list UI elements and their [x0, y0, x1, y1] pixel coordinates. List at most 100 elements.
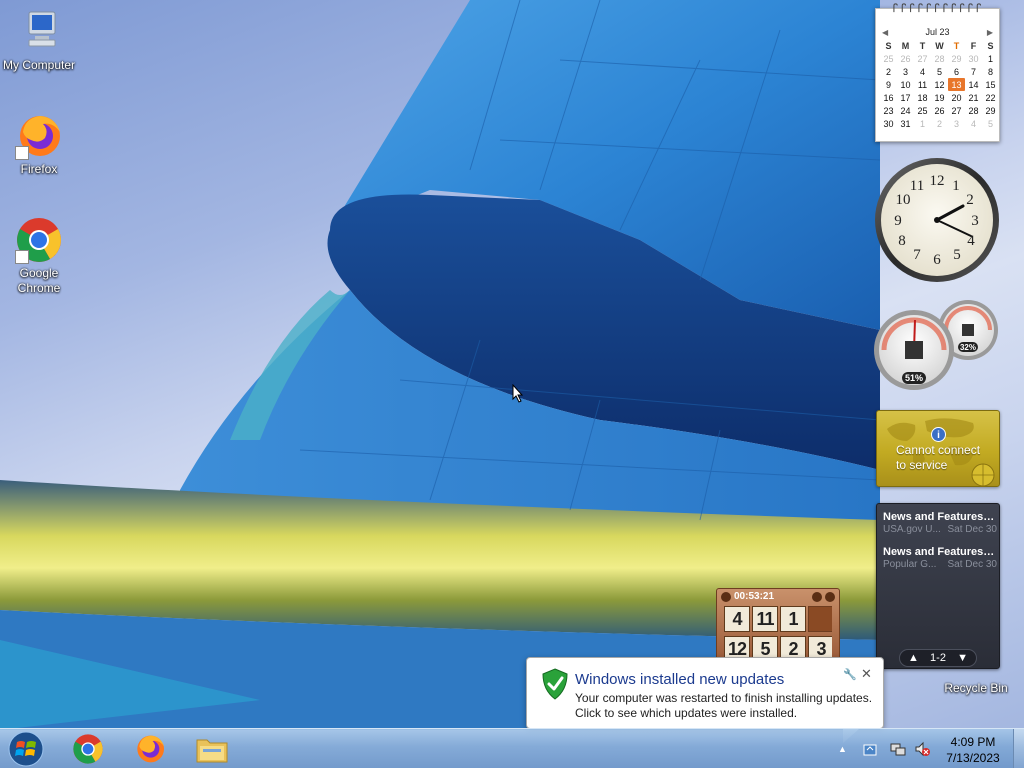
notification-body: Your computer was restarted to finish in…	[575, 691, 873, 720]
calendar-day[interactable]: 27	[914, 52, 931, 65]
memory-percent: 32%	[960, 343, 976, 352]
calendar-day[interactable]: 3	[897, 65, 914, 78]
calendar-day[interactable]: 25	[914, 104, 931, 117]
calendar-day[interactable]: 12	[931, 78, 948, 91]
taskbar-explorer-button[interactable]	[184, 731, 240, 767]
weekday-header: M	[901, 40, 910, 51]
calendar-day[interactable]: 26	[897, 52, 914, 65]
calendar-day[interactable]: 3	[948, 117, 965, 130]
start-button[interactable]	[6, 731, 46, 767]
desktop-icon-label: Firefox	[20, 162, 58, 176]
calendar-day[interactable]: 31	[897, 117, 914, 130]
calendar-day[interactable]: 7	[965, 65, 982, 78]
windows-update-tray-icon[interactable]	[862, 741, 878, 757]
calendar-day[interactable]: 24	[897, 104, 914, 117]
calendar-day[interactable]: 23	[880, 104, 897, 117]
calendar-day[interactable]: 2	[931, 117, 948, 130]
firefox-icon	[15, 112, 63, 160]
calendar-day[interactable]: 30	[965, 52, 982, 65]
calendar-day[interactable]: 5	[931, 65, 948, 78]
chrome-icon	[73, 734, 103, 764]
puzzle-grid: 4 11 1 12 5 2 3	[724, 606, 832, 664]
feed-item[interactable]: News and Features f... Popular G... Sat …	[883, 546, 997, 570]
calendar-day[interactable]: 21	[965, 91, 982, 104]
calendar-day[interactable]: 22	[982, 91, 999, 104]
clock-gadget[interactable]: 12 1 2 3 4 5 6 7 8 9 10 11	[874, 157, 1000, 283]
calendar-day[interactable]: 8	[982, 65, 999, 78]
calendar-day[interactable]: 1	[982, 52, 999, 65]
clock-time: 4:09 PM	[950, 735, 996, 749]
calendar-day[interactable]: 4	[965, 117, 982, 130]
feed-source: Popular G...	[883, 559, 937, 570]
currency-gadget[interactable]: i Cannot connect to service	[876, 410, 1000, 487]
chrome-icon	[15, 216, 63, 264]
calendar-day[interactable]: 30	[880, 117, 897, 130]
clock-numeral: 2	[966, 192, 974, 208]
calendar-day[interactable]: 11	[914, 78, 931, 91]
desktop-icon-recycle-bin[interactable]: Recycle Bin	[936, 635, 1016, 695]
calendar-day[interactable]: 4	[914, 65, 931, 78]
clock-date: 7/13/2023	[946, 751, 1000, 765]
slide-puzzle-gadget[interactable]: 00:53:21 4 11 1 12 5 2 3	[716, 588, 840, 662]
calendar-day[interactable]: 19	[931, 91, 948, 104]
weekday-header: T	[953, 40, 960, 51]
calendar-day[interactable]: 1	[914, 117, 931, 130]
clock-numeral: 9	[894, 213, 902, 229]
calendar-gadget[interactable]: ◀ Jul 23 ▶ S M T W T F S 25 26 27 28 29 …	[875, 3, 1000, 142]
next-month-icon[interactable]: ▶	[987, 28, 993, 37]
desktop-icon-firefox[interactable]: Firefox	[0, 112, 78, 177]
volume-muted-icon[interactable]	[914, 741, 930, 757]
puzzle-tile[interactable]: 11	[752, 606, 778, 632]
puzzle-shuffle-icon[interactable]	[825, 591, 835, 602]
system-clock[interactable]: 4:09 PM 7/13/2023	[940, 734, 1006, 766]
desktop-icon-google-chrome[interactable]: Google Chrome	[0, 216, 78, 296]
calendar-day[interactable]: 2	[880, 65, 897, 78]
shield-check-icon	[542, 668, 568, 700]
calendar-day[interactable]: 14	[965, 78, 982, 91]
calendar-day[interactable]: 25	[880, 52, 897, 65]
calendar-day-today[interactable]: 13	[948, 78, 965, 91]
calendar-day[interactable]: 5	[982, 117, 999, 130]
calendar-day[interactable]: 29	[982, 104, 999, 117]
puzzle-tile-empty[interactable]	[808, 606, 832, 632]
feed-title: News and Features f...	[883, 546, 997, 558]
desktop-icon-my-computer[interactable]: My Computer	[0, 8, 78, 73]
show-desktop-button[interactable]	[1013, 729, 1024, 768]
calendar-day[interactable]: 28	[965, 104, 982, 117]
previous-month-icon[interactable]: ◀	[882, 28, 888, 37]
close-icon[interactable]: ✕	[861, 666, 872, 682]
update-notification-balloon[interactable]: Windows installed new updates Your compu…	[526, 657, 884, 743]
binder-rings-icon	[893, 3, 982, 13]
taskbar-firefox-button[interactable]	[122, 731, 178, 767]
show-hidden-icons-icon[interactable]: ▲	[838, 741, 854, 757]
puzzle-help-icon[interactable]	[812, 591, 822, 602]
options-wrench-icon[interactable]: 🔧	[843, 668, 857, 681]
weekday-header: S	[885, 40, 892, 51]
calendar-day[interactable]: 15	[982, 78, 999, 91]
taskbar-chrome-button[interactable]	[60, 731, 116, 767]
calendar-day[interactable]: 17	[897, 91, 914, 104]
calendar-day[interactable]: 20	[948, 91, 965, 104]
firefox-icon	[137, 735, 164, 763]
puzzle-tile[interactable]: 4	[724, 606, 750, 632]
mouse-cursor-icon	[512, 384, 524, 403]
calendar-day[interactable]: 6	[948, 65, 965, 78]
puzzle-tile[interactable]: 1	[780, 606, 806, 632]
calendar-day[interactable]: 27	[948, 104, 965, 117]
calendar-day[interactable]: 16	[880, 91, 897, 104]
cpu-meter-gadget[interactable]: 32% 51%	[874, 300, 1000, 392]
calendar-day[interactable]: 9	[880, 78, 897, 91]
calendar-day[interactable]: 18	[914, 91, 931, 104]
calendar-grid: S M T W T F S 25 26 27 28 29 30 1 2 3 4 …	[880, 39, 999, 130]
pager-up-icon[interactable]: ▲	[908, 652, 919, 664]
calendar-day[interactable]: 28	[931, 52, 948, 65]
currency-error-message: Cannot connect to service	[896, 443, 981, 472]
clock-numeral: 8	[898, 233, 906, 249]
feed-date: Sat Dec 30	[947, 524, 997, 535]
calendar-day[interactable]: 26	[931, 104, 948, 117]
desktop-icon-label: My Computer	[2, 58, 76, 72]
network-icon[interactable]	[890, 741, 906, 757]
calendar-day[interactable]: 29	[948, 52, 965, 65]
calendar-day[interactable]: 10	[897, 78, 914, 91]
feed-item[interactable]: News and Features f... USA.gov U... Sat …	[883, 511, 997, 535]
